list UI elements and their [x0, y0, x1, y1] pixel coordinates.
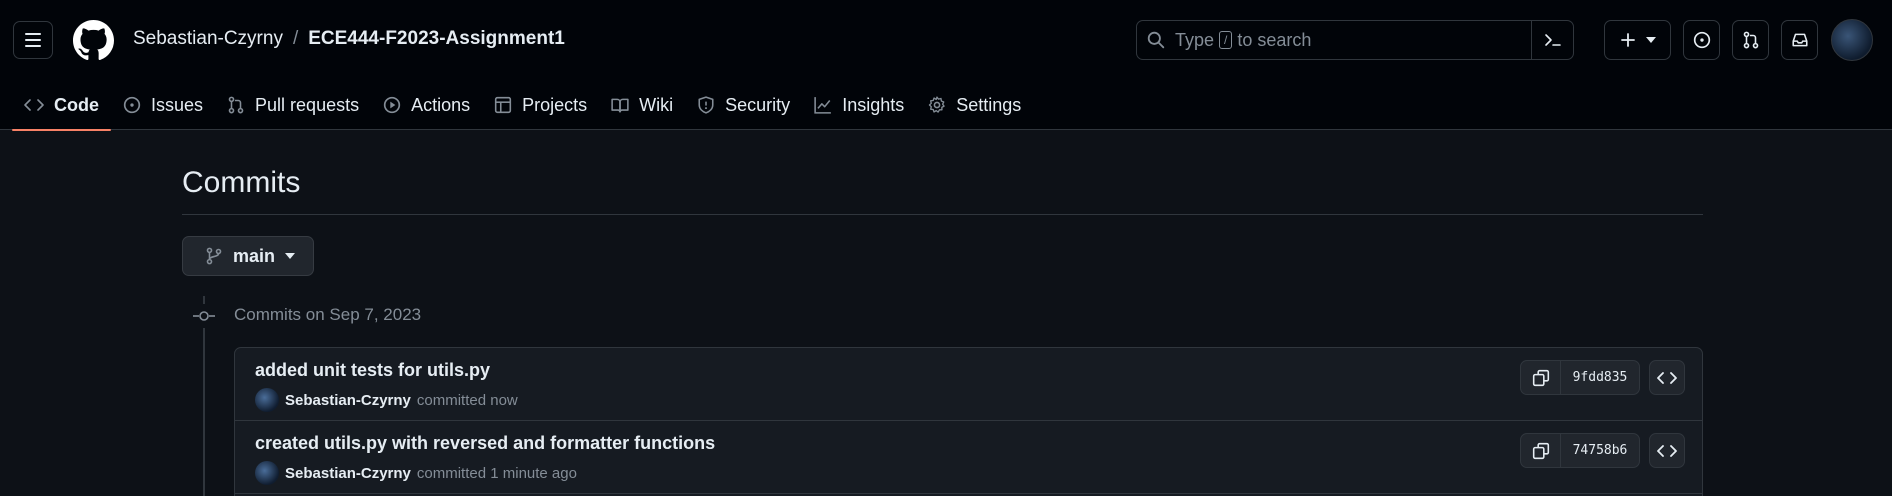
git-commit-icon: [192, 304, 216, 328]
tab-settings[interactable]: Settings: [916, 80, 1033, 130]
commit-group-title: Commits on Sep 7, 2023: [234, 305, 422, 324]
search-placeholder-suffix: to search: [1237, 29, 1312, 50]
commit-row: created utils.py with reversed and forma…: [235, 421, 1702, 494]
github-logo-icon[interactable]: [73, 20, 114, 61]
repo-nav: Code Issues Pull requests Actions Projec…: [0, 80, 1033, 131]
breadcrumb-separator: /: [292, 28, 299, 49]
commit-time: committed now: [416, 391, 518, 409]
breadcrumb: Sebastian-Czyrny / ECE444-F2023-Assignme…: [133, 28, 565, 50]
slash-key-hint: /: [1219, 31, 1233, 49]
create-new-button[interactable]: [1604, 20, 1671, 60]
commit-sha[interactable]: 9fdd835: [1561, 361, 1639, 394]
tab-actions[interactable]: Actions: [371, 80, 482, 130]
commit-row: added unit tests for utils.py Sebastian-…: [235, 348, 1702, 421]
play-icon: [383, 96, 401, 114]
copy-icon[interactable]: [1521, 434, 1561, 467]
tab-label: Code: [54, 94, 99, 115]
author-avatar[interactable]: [255, 388, 279, 412]
tab-label: Actions: [411, 94, 471, 115]
shield-icon: [698, 96, 714, 114]
browse-repo-icon[interactable]: [1649, 360, 1685, 395]
command-palette-icon[interactable]: [1531, 21, 1573, 59]
repo-link[interactable]: ECE444-F2023-Assignment1: [308, 28, 565, 50]
search-placeholder-prefix: Type: [1175, 29, 1215, 50]
caret-down-icon: [1645, 37, 1656, 43]
tab-label: Settings: [956, 94, 1022, 115]
tab-issues[interactable]: Issues: [111, 80, 215, 130]
tab-label: Pull requests: [255, 94, 360, 115]
table-icon: [495, 96, 512, 114]
commit-sha-group: 9fdd835: [1520, 360, 1640, 395]
app-header: Sebastian-Czyrny / ECE444-F2023-Assignme…: [0, 0, 1892, 131]
tab-projects[interactable]: Projects: [482, 80, 599, 130]
tab-wiki[interactable]: Wiki: [599, 80, 685, 130]
tab-label: Issues: [151, 94, 204, 115]
search-input[interactable]: Type / to search: [1136, 20, 1574, 60]
tab-insights[interactable]: Insights: [802, 80, 916, 130]
tab-security[interactable]: Security: [685, 80, 802, 130]
menu-icon[interactable]: [13, 21, 53, 59]
pull-requests-icon[interactable]: [1732, 20, 1769, 60]
commit-sha[interactable]: 74758b6: [1561, 434, 1639, 467]
title-divider: [182, 214, 1703, 215]
browse-repo-icon[interactable]: [1649, 433, 1685, 468]
commit-sha-group: 74758b6: [1520, 433, 1640, 468]
tab-label: Security: [725, 94, 791, 115]
page-title: Commits: [182, 166, 301, 199]
copy-icon[interactable]: [1521, 361, 1561, 394]
issue-opened-icon: [123, 96, 141, 114]
commit-author[interactable]: Sebastian-Czyrny: [285, 465, 411, 482]
git-branch-icon: [206, 247, 222, 265]
author-avatar[interactable]: [255, 461, 279, 485]
commit-time: committed 1 minute ago: [416, 464, 577, 482]
tab-pull-requests[interactable]: Pull requests: [215, 80, 371, 130]
tab-label: Wiki: [639, 94, 674, 115]
issues-icon[interactable]: [1683, 20, 1720, 60]
commit-meta: Sebastian-Czyrny committed now: [255, 388, 518, 412]
commit-meta: Sebastian-Czyrny committed 1 minute ago: [255, 461, 577, 485]
inbox-icon[interactable]: [1781, 20, 1818, 60]
gear-icon: [929, 96, 945, 113]
commit-message[interactable]: created utils.py with reversed and forma…: [255, 433, 715, 454]
caret-down-icon: [285, 253, 296, 259]
branch-selector[interactable]: main: [182, 236, 314, 276]
user-avatar[interactable]: [1831, 19, 1873, 61]
owner-link[interactable]: Sebastian-Czyrny: [133, 28, 283, 50]
commit-list: added unit tests for utils.py Sebastian-…: [234, 347, 1703, 496]
plus-icon: [1620, 33, 1635, 47]
search-icon: [1147, 31, 1165, 49]
graph-icon: [814, 97, 832, 114]
git-pull-request-icon: [228, 96, 244, 114]
commit-message[interactable]: added unit tests for utils.py: [255, 360, 490, 381]
tab-label: Projects: [522, 94, 588, 115]
branch-name: main: [233, 245, 276, 266]
tab-label: Insights: [842, 94, 905, 115]
code-icon: [24, 99, 44, 111]
tab-code[interactable]: Code: [12, 80, 111, 131]
book-icon: [611, 98, 629, 113]
commit-author[interactable]: Sebastian-Czyrny: [285, 392, 411, 409]
